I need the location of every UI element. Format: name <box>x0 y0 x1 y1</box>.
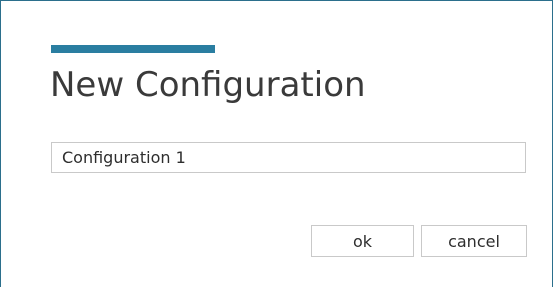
cancel-button[interactable]: cancel <box>421 225 527 257</box>
dialog-title: New Configuration <box>50 65 366 105</box>
new-configuration-dialog: New Configuration ok cancel <box>0 0 553 287</box>
configuration-name-input[interactable] <box>51 142 526 173</box>
title-accent-bar <box>51 45 215 53</box>
ok-button[interactable]: ok <box>311 225 414 257</box>
